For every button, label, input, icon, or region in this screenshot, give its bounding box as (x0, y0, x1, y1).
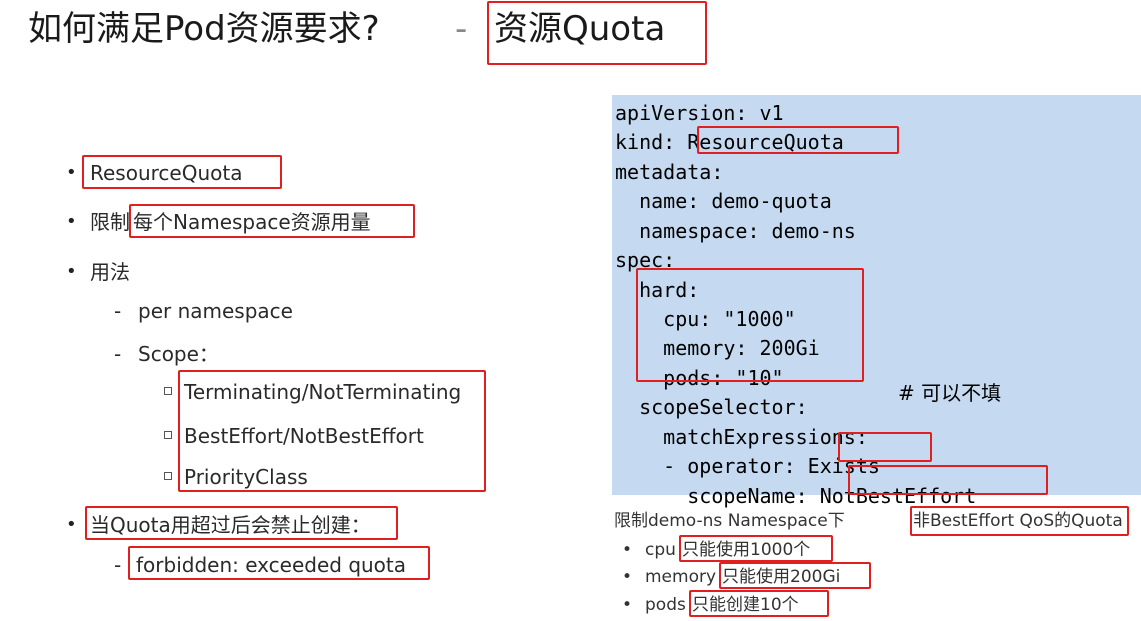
note-cpu-prefix: cpu (645, 540, 676, 560)
note-memory-prefix: memory (645, 567, 717, 587)
forbidden-highlight (128, 546, 430, 580)
bullet-dot: • (622, 540, 633, 560)
notbesteffort-highlight (848, 465, 1048, 495)
yaml-line: scopeSelector: (615, 395, 808, 419)
dash: - (114, 342, 122, 366)
note-pods-box (689, 590, 829, 617)
dash: - (114, 299, 122, 323)
square-bullet-icon (164, 472, 172, 480)
note-memory-box (719, 562, 871, 589)
yaml-line: namespace: demo-ns (615, 219, 856, 243)
note-cpu-box (679, 535, 833, 562)
exists-highlight (838, 432, 932, 462)
bullet-dot: • (66, 162, 77, 183)
yaml-line: metadata: (615, 160, 724, 184)
bullet-dot: • (66, 211, 77, 232)
namespace-usage-highlight (129, 204, 415, 238)
usage-scope-label: Scope： (138, 342, 219, 366)
bullet-dot: • (66, 261, 77, 282)
kind-highlight (697, 126, 899, 154)
yaml-line: apiVersion: v1 (615, 101, 784, 125)
yaml-line: matchExpressions: (615, 425, 868, 449)
bullet-dot: • (66, 514, 77, 535)
scopes-highlight (178, 370, 486, 492)
note-pods-prefix: pods (645, 595, 686, 615)
title-subtitle-highlight (487, 1, 707, 65)
yaml-comment: # 可以不填 (898, 381, 1002, 405)
notes-heading-prefix: 限制demo-ns Namespace下 (614, 511, 845, 531)
yaml-line: name: demo-quota (615, 189, 832, 213)
title-dash: - (455, 9, 468, 49)
exceed-highlight (85, 506, 398, 540)
resourcequota-highlight (82, 155, 282, 189)
bullet-dot: • (622, 567, 633, 587)
square-bullet-icon (164, 431, 172, 439)
hard-highlight (636, 268, 864, 382)
bullet-dot: • (622, 595, 633, 615)
page-title: 如何满足Pod资源要求? (28, 9, 380, 49)
bullet-usage: 用法 (90, 260, 130, 284)
square-bullet-icon (164, 387, 172, 395)
notes-heading-box (910, 506, 1129, 536)
bullet-limit-prefix: 限制 (90, 210, 130, 234)
dash: - (114, 553, 122, 577)
usage-per-namespace: per namespace (138, 299, 293, 323)
